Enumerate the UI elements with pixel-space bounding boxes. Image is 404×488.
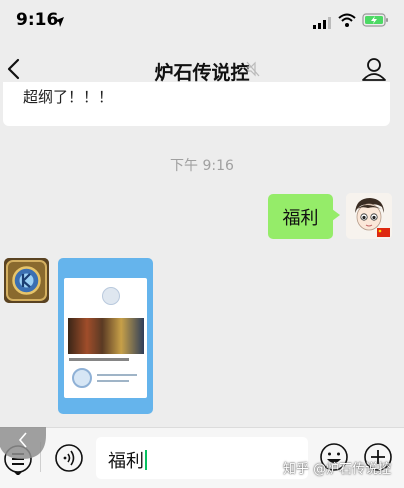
card-text-line xyxy=(97,374,137,376)
text-caret xyxy=(145,450,147,470)
collapse-overlay-button[interactable] xyxy=(0,427,46,459)
message-timestamp: 下午 9:16 xyxy=(170,158,234,174)
qr-code-icon xyxy=(72,368,92,388)
mute-icon xyxy=(246,61,260,81)
card-avatar-icon xyxy=(102,287,120,305)
location-arrow-icon xyxy=(53,13,65,32)
signal-icon xyxy=(313,14,333,33)
sent-message-text: 福利 xyxy=(282,208,319,229)
status-bar: 9:16 xyxy=(0,0,404,44)
my-avatar[interactable] xyxy=(346,193,392,239)
message-input-value: 福利 xyxy=(108,451,144,472)
received-image-message[interactable] xyxy=(58,258,153,414)
battery-charging-icon xyxy=(362,12,390,32)
contact-avatar[interactable] xyxy=(4,258,49,303)
wifi-icon xyxy=(338,12,356,31)
sent-message-bubble[interactable]: 福利 xyxy=(268,194,340,239)
card-text-line xyxy=(69,358,129,361)
chat-title: 炉石传说控 xyxy=(154,62,250,84)
previous-message-text: 超纲了！！！ xyxy=(23,88,114,106)
voice-icon[interactable] xyxy=(53,442,85,478)
watermark: 知乎 @炉石传说控 xyxy=(283,462,392,477)
card-banner-image xyxy=(68,318,144,354)
message-input[interactable]: 福利 xyxy=(96,437,308,479)
shared-image-card xyxy=(64,278,147,398)
status-time: 9:16 xyxy=(16,10,59,30)
card-text-line xyxy=(97,380,129,382)
previous-message-bubble[interactable]: 超纲了！！！ xyxy=(3,82,390,126)
